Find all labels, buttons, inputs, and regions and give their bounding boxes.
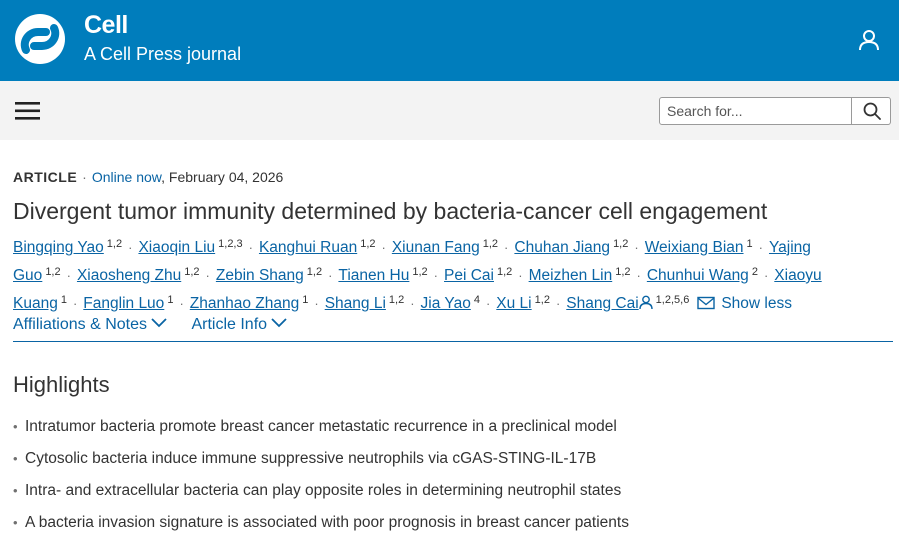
author-separator: ·: [518, 268, 523, 283]
affiliation-marker: 1,2,3: [218, 238, 243, 250]
affiliation-marker: 1,2: [45, 266, 61, 278]
site-header: [0, 0, 899, 81]
brand-subtitle: A Cell Press journal: [84, 44, 242, 64]
tab-article-info[interactable]: Article Info: [191, 316, 287, 334]
author-link[interactable]: Xiunan Fang: [392, 239, 480, 256]
affiliation-marker: 1,2: [482, 238, 499, 250]
author-link[interactable]: Weixiang Bian: [645, 239, 744, 256]
author-link[interactable]: Zhanhao Zhang: [190, 295, 299, 312]
affiliation-marker: 1,2: [496, 266, 513, 278]
author-list: Bingqing Yao 1,2 · Xiaoqin Liu 1,2,3 · Kanghui…: [13, 232, 893, 316]
author-separator: ·: [179, 296, 184, 311]
affiliation-marker: 1,2: [360, 238, 376, 250]
author-separator: ·: [763, 268, 769, 283]
brand-name[interactable]: Cell: [84, 11, 128, 40]
affiliation-marker: 1,2: [106, 238, 123, 250]
author-link[interactable]: Zebin Shang: [216, 267, 304, 284]
affiliation-marker: 1,2,5,6: [655, 294, 690, 306]
highlights-heading: Highlights: [13, 372, 110, 397]
highlight-text: Intra- and extracellular bacteria can pl…: [25, 482, 622, 499]
show-less-link[interactable]: Show less: [721, 295, 792, 312]
affiliation-marker: 1: [302, 294, 309, 306]
author-separator: ·: [410, 296, 415, 311]
article-tabs: Affiliations & Notes Article Info: [13, 316, 307, 334]
author-separator: ·: [433, 268, 439, 283]
search-button[interactable]: [851, 98, 891, 124]
affiliation-marker: 1,2: [412, 266, 428, 278]
author-link[interactable]: Meizhen Lin: [529, 267, 613, 284]
author-link[interactable]: Shang Cai: [566, 295, 638, 312]
author-separator: ·: [205, 268, 210, 283]
author-link[interactable]: Shang Li: [325, 295, 386, 312]
author-link[interactable]: Bingqing Yao: [13, 239, 104, 256]
author-separator: ·: [328, 268, 333, 283]
list-item: • Intratumor bacteria promote breast canc…: [13, 415, 629, 447]
author-separator: ·: [66, 268, 71, 283]
affiliation-marker: 1: [60, 294, 67, 306]
list-item: • Cytosolic bacteria induce immune suppre…: [13, 447, 629, 479]
highlight-text: Cytosolic bacteria induce immune suppres…: [25, 450, 597, 467]
bullet: •: [13, 451, 18, 466]
author-link[interactable]: Xu Li: [496, 295, 531, 312]
author-link[interactable]: Xiaoqin Liu: [138, 239, 215, 256]
highlight-text: A bacteria invasion signature is associa…: [25, 514, 629, 531]
author-link[interactable]: Xiaosheng Zhu: [77, 267, 181, 284]
tab-label: Article Info: [191, 316, 268, 333]
author-link[interactable]: Kanghui Ruan: [259, 239, 357, 256]
author-separator: ·: [485, 296, 491, 311]
search-box: [659, 97, 891, 125]
author-separator: ·: [504, 240, 509, 255]
user-icon[interactable]: [857, 28, 881, 52]
author-link[interactable]: Jia Yao: [421, 295, 471, 312]
author-separator: ·: [248, 240, 253, 255]
person-icon: [638, 295, 653, 310]
affiliation-marker: 2: [751, 266, 758, 278]
online-status-link[interactable]: Online now: [92, 169, 161, 185]
article-meta: ARTICLE · Online now, February 04, 2026: [13, 169, 283, 185]
tab-label: Affiliations & Notes: [13, 316, 147, 333]
affiliation-marker: 1,2: [613, 238, 629, 250]
author-separator: ·: [636, 268, 641, 283]
author-separator: ·: [555, 296, 561, 311]
bullet: •: [13, 419, 18, 434]
affiliation-marker: 1: [167, 294, 174, 306]
author-link[interactable]: Pei Cai: [444, 267, 494, 284]
search-icon: [863, 102, 881, 120]
cell-logo[interactable]: [12, 12, 68, 66]
divider: [13, 341, 893, 342]
affiliation-marker: 1,2: [534, 294, 550, 306]
affiliation-marker: 1,2: [306, 266, 323, 278]
author-link[interactable]: Chunhui Wang: [647, 267, 749, 284]
author-separator: ·: [634, 240, 639, 255]
affiliation-marker: 1: [746, 238, 753, 250]
author-separator: ·: [381, 240, 386, 255]
author-separator: ·: [758, 240, 763, 255]
article-title: Divergent tumor immunity determined by b…: [13, 198, 768, 224]
list-item: • Intra- and extracellular bacteria can p…: [13, 479, 629, 511]
article-type: ARTICLE: [13, 169, 78, 185]
author-separator: ·: [314, 296, 319, 311]
affiliation-marker: 1,2: [615, 266, 631, 278]
meta-separator: ·: [82, 169, 87, 185]
author-link[interactable]: Fanglin Luo: [83, 295, 164, 312]
affiliation-marker: 1,2: [184, 266, 200, 278]
bullet: •: [13, 515, 18, 530]
author-separator: ·: [72, 296, 78, 311]
email-icon[interactable]: [697, 296, 716, 310]
author-link[interactable]: Chuhan Jiang: [514, 239, 610, 256]
author-separator: ·: [128, 240, 133, 255]
chevron-down-icon: [271, 318, 287, 328]
highlights-list: • Intratumor bacteria promote breast canc…: [13, 415, 629, 543]
highlight-text: Intratumor bacteria promote breast cance…: [25, 418, 617, 435]
affiliation-marker: 1,2: [388, 294, 405, 306]
author-link[interactable]: Tianen Hu: [338, 267, 409, 284]
bullet: •: [13, 483, 18, 498]
chevron-down-icon: [151, 318, 167, 328]
publication-date: , February 04, 2026: [161, 169, 284, 185]
hamburger-menu-icon[interactable]: [15, 100, 41, 122]
tab-affiliations-notes[interactable]: Affiliations & Notes: [13, 316, 167, 334]
affiliation-marker: 4: [473, 294, 480, 306]
search-input[interactable]: [660, 98, 850, 124]
list-item: • A bacteria invasion signature is associ…: [13, 511, 629, 543]
